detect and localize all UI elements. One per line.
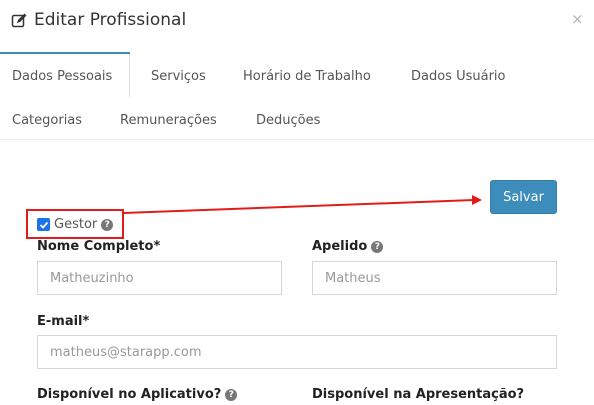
tab-categorias[interactable]: Categorias [12, 113, 82, 128]
disponivel-aplicativo-label-text: Disponível no Aplicativo? [37, 387, 222, 402]
nome-completo-label: Nome Completo* [37, 239, 160, 254]
email-label: E-mail* [37, 314, 89, 329]
question-circle-icon[interactable]: ? [101, 218, 114, 231]
apelido-label: Apelido ? [312, 239, 384, 254]
save-button[interactable]: Salvar [490, 180, 557, 214]
nome-completo-input[interactable] [37, 261, 282, 295]
tab-dados-usuario[interactable]: Dados Usuário [411, 69, 506, 84]
close-button[interactable]: × [571, 10, 584, 28]
check-icon [39, 221, 48, 229]
modal-title: Editar Profissional [11, 10, 186, 30]
apelido-label-text: Apelido [312, 239, 368, 254]
question-circle-icon[interactable]: ? [371, 240, 384, 253]
gestor-label: Gestor [54, 217, 98, 232]
apelido-input[interactable] [312, 261, 557, 295]
modal-title-text: Editar Profissional [34, 10, 187, 30]
gestor-field: Gestor ? [37, 217, 114, 232]
gestor-checkbox[interactable] [37, 218, 50, 231]
disponivel-apresentacao-label: Disponível na Apresentação? [312, 387, 524, 402]
tab-bar: Dados Pessoais Serviços Horário de Traba… [0, 52, 594, 140]
tab-dados-pessoais[interactable]: Dados Pessoais [12, 69, 112, 84]
tab-servicos[interactable]: Serviços [151, 69, 206, 84]
modal-header: Editar Profissional × [0, 0, 594, 52]
email-label-text: E-mail* [37, 314, 90, 329]
edit-icon [11, 13, 27, 27]
disponivel-aplicativo-label: Disponível no Aplicativo? ? [37, 387, 238, 402]
disponivel-apresentacao-label-text: Disponível na Apresentação? [312, 387, 525, 402]
tab-remuneracoes[interactable]: Remunerações [120, 113, 217, 128]
question-circle-icon[interactable]: ? [225, 388, 238, 401]
tab-deducoes[interactable]: Deduções [256, 113, 320, 128]
tab-horario-de-trabalho[interactable]: Horário de Trabalho [243, 69, 371, 84]
nome-completo-label-text: Nome Completo* [37, 239, 161, 254]
email-input[interactable] [37, 335, 557, 369]
